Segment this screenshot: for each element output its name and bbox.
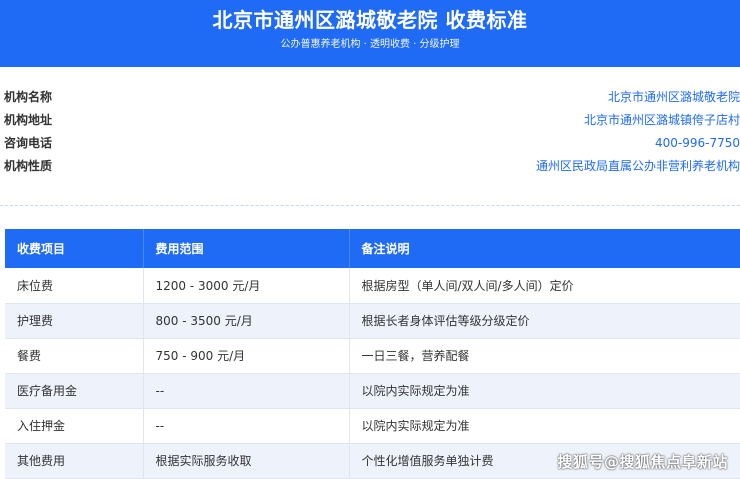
table-row: 入住押金 -- 以院内实际规定为准	[5, 408, 740, 444]
info-value: 北京市通州区潞城镇侉子店村	[583, 113, 740, 127]
table-row: 医疗备用金 -- 以院内实际规定为准	[5, 373, 740, 409]
column-header-range: 费用范围	[143, 229, 350, 268]
fee-item: 护理费	[5, 303, 144, 339]
page-header: 北京市通州区潞城敬老院 收费标准 公办普惠养老机构 · 透明收费 · 分级护理	[0, 0, 740, 67]
info-label: 咨询电话	[4, 136, 53, 150]
fee-range: --	[143, 408, 350, 444]
column-header-item: 收费项目	[5, 229, 144, 268]
info-label: 机构性质	[4, 159, 53, 173]
fee-item: 医疗备用金	[5, 373, 144, 409]
info-label: 机构名称	[4, 90, 53, 104]
fee-range: 750 - 900 元/月	[143, 338, 350, 374]
fee-note: 一日三餐，营养配餐	[349, 338, 740, 374]
table-row: 护理费 800 - 3500 元/月 根据长者身体评估等级分级定价	[5, 303, 740, 339]
info-row-phone: 咨询电话 400-996-7750	[0, 132, 740, 154]
phone-link[interactable]: 400-996-7750	[655, 132, 740, 154]
page-title: 北京市通州区潞城敬老院 收费标准	[212, 8, 528, 32]
fee-note: 根据房型（单人间/双人间/多人间）定价	[349, 268, 740, 304]
column-header-notes: 备注说明	[349, 229, 740, 268]
section-divider	[0, 205, 740, 206]
fee-item: 餐费	[5, 338, 144, 374]
table-row: 床位费 1200 - 3000 元/月 根据房型（单人间/双人间/多人间）定价	[5, 268, 740, 304]
fee-note: 以院内实际规定为准	[349, 373, 740, 409]
table-header-row: 收费项目 费用范围 备注说明	[5, 229, 740, 268]
info-row-type: 机构性质 通州区民政局直属公办非营利养老机构	[0, 155, 740, 177]
fee-note: 以院内实际规定为准	[349, 408, 740, 444]
info-value: 北京市通州区潞城敬老院	[607, 90, 740, 104]
fee-item: 床位费	[5, 268, 144, 304]
fee-range: 800 - 3500 元/月	[143, 303, 350, 339]
info-value: 通州区民政局直属公办非营利养老机构	[535, 159, 740, 173]
fee-table: 收费项目 费用范围 备注说明 床位费 1200 - 3000 元/月 根据房型（…	[5, 229, 740, 479]
table-row: 餐费 750 - 900 元/月 一日三餐，营养配餐	[5, 338, 740, 374]
fee-item: 其他费用	[5, 443, 144, 479]
info-row-address: 机构地址 北京市通州区潞城镇侉子店村	[0, 109, 740, 131]
page-subtitle: 公办普惠养老机构 · 透明收费 · 分级护理	[280, 39, 460, 50]
fee-note: 根据长者身体评估等级分级定价	[349, 303, 740, 339]
fee-range: 1200 - 3000 元/月	[143, 268, 350, 304]
fee-range: 根据实际服务收取	[143, 443, 350, 479]
info-label: 机构地址	[4, 113, 53, 127]
fee-range: --	[143, 373, 350, 409]
watermark: 搜狐号@搜狐焦点阜新站	[557, 453, 728, 471]
info-row-name: 机构名称 北京市通州区潞城敬老院	[0, 86, 740, 108]
fee-item: 入住押金	[5, 408, 144, 444]
